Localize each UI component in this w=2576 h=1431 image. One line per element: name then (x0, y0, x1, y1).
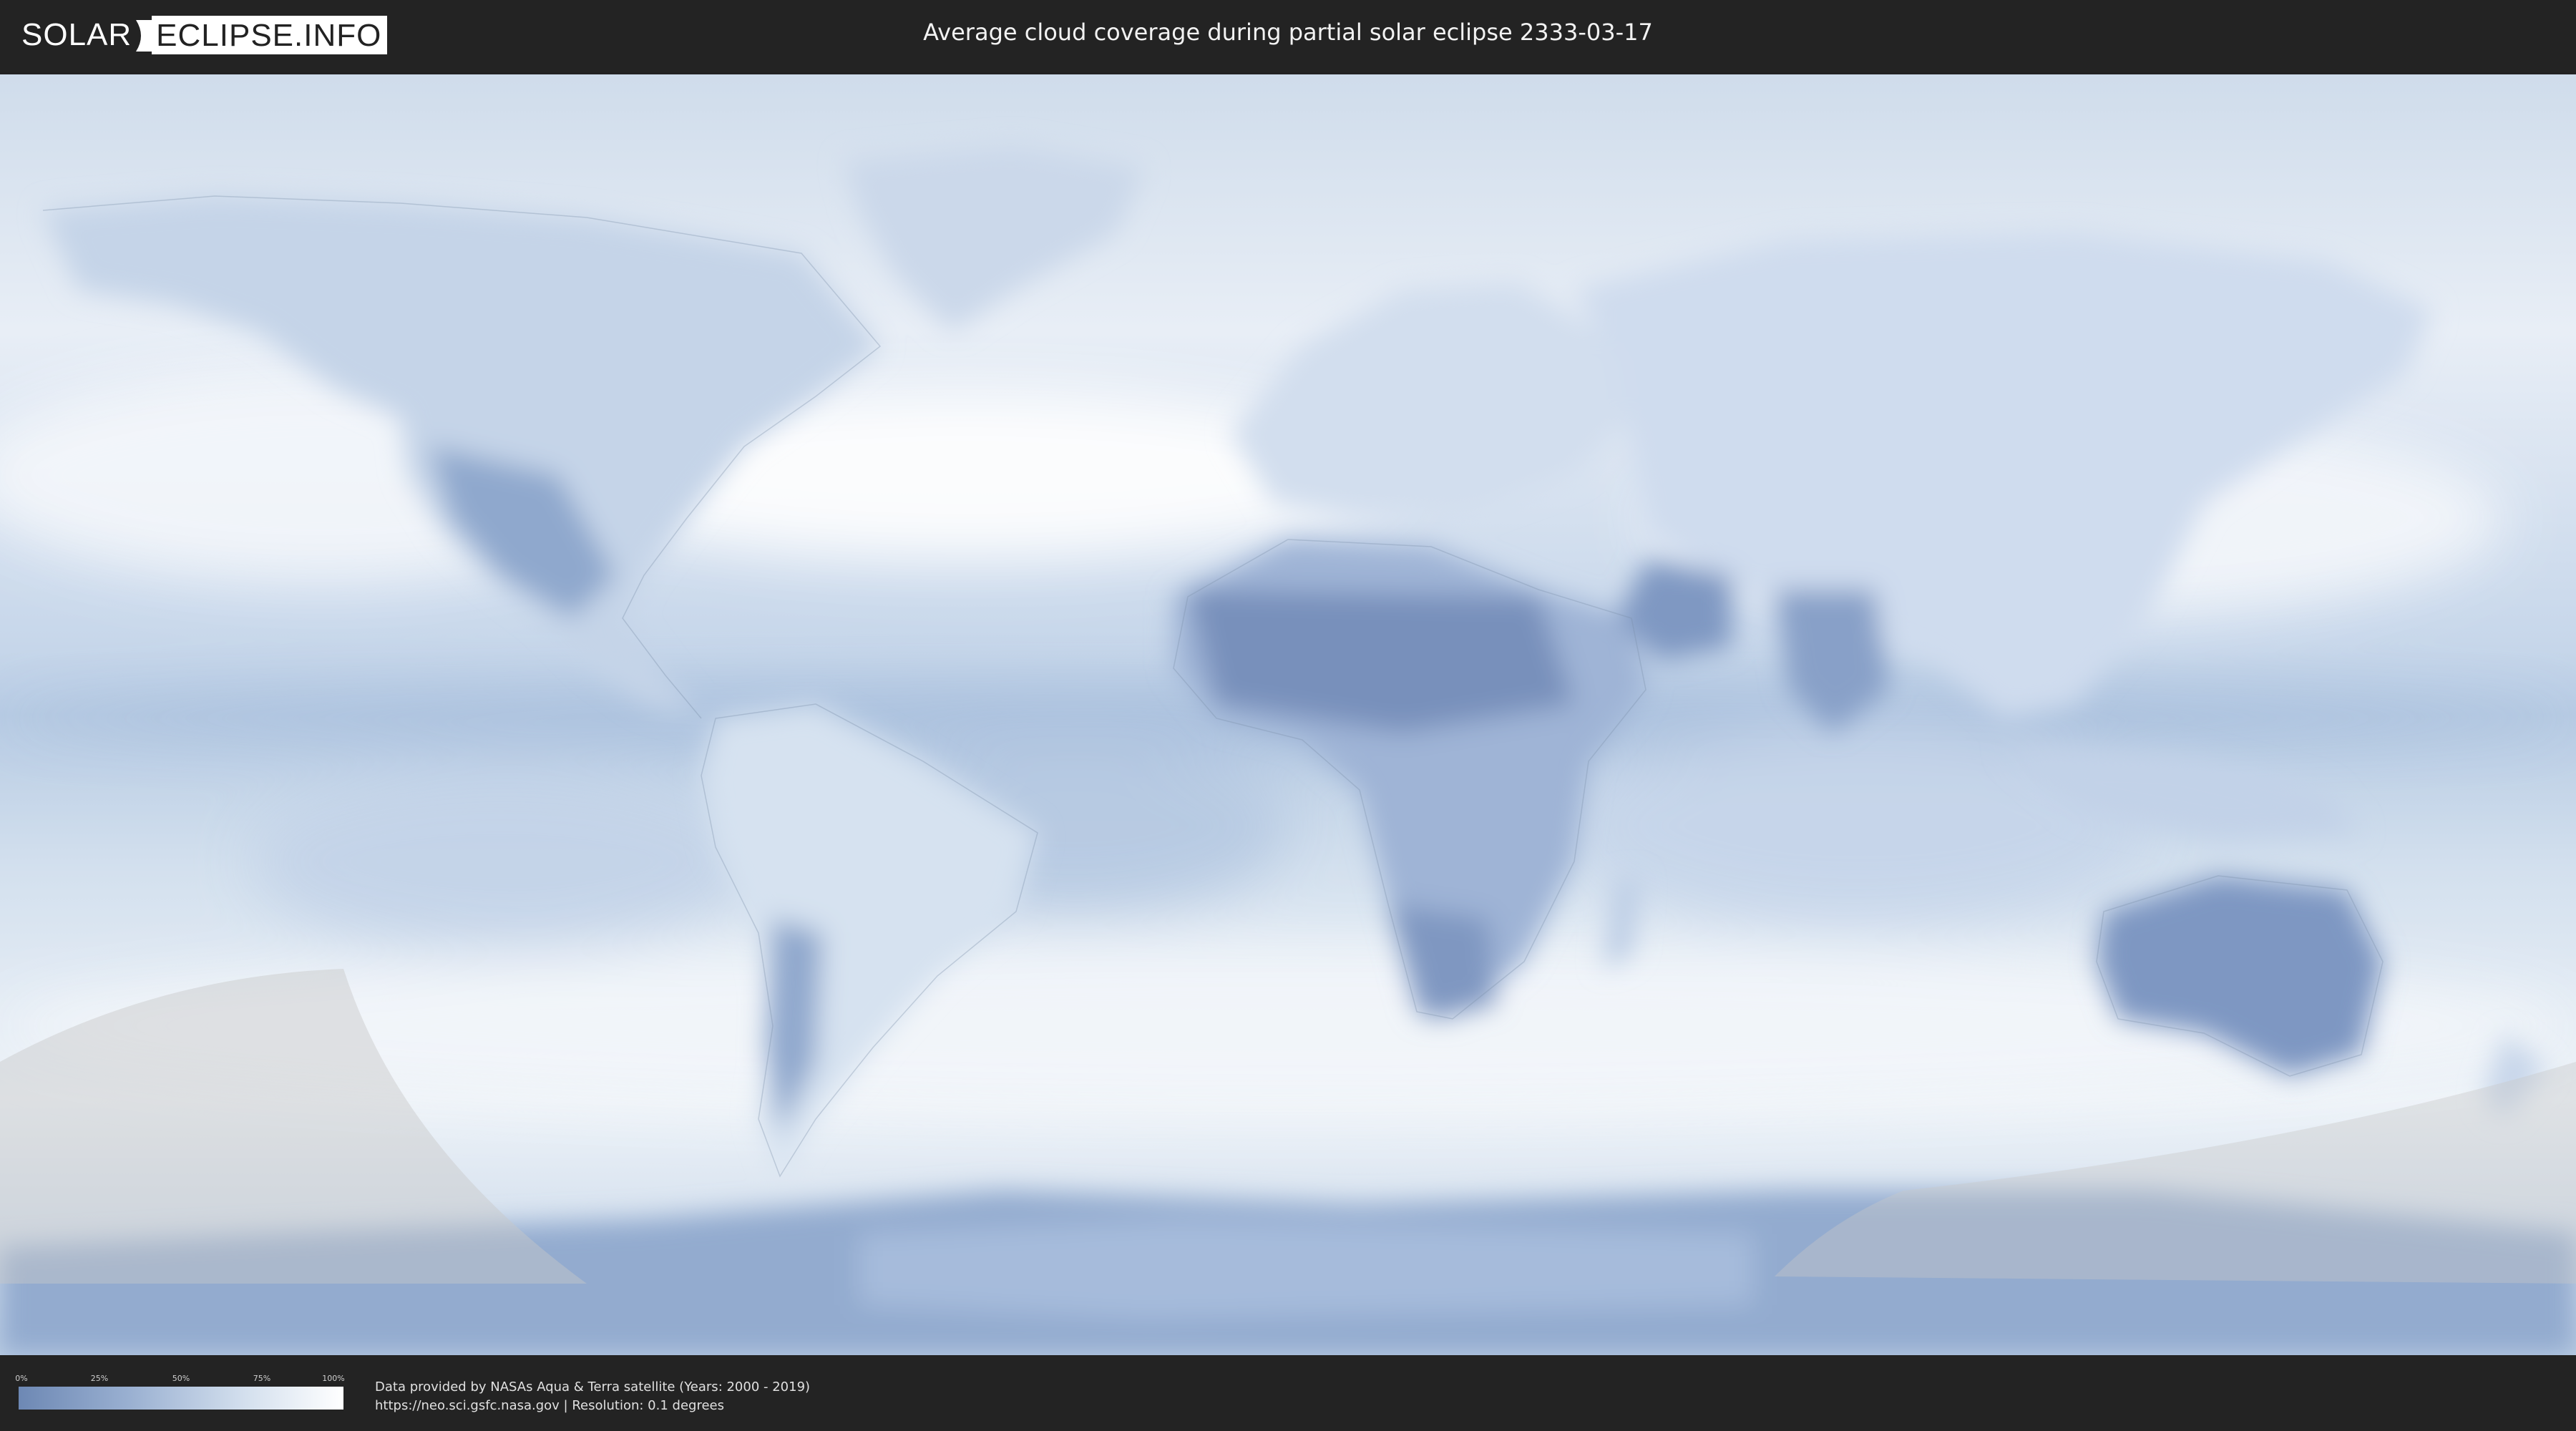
cloud-coverage-map[interactable] (0, 74, 2576, 1355)
world-map-svg (0, 74, 2576, 1355)
legend-ticks: 0% 25% 50% 75% 100% (15, 1374, 345, 1385)
region-antarctic-plateau (859, 1219, 1753, 1319)
page-title: Average cloud coverage during partial so… (923, 19, 1653, 46)
legend-tick-50: 50% (172, 1374, 190, 1383)
legend-tick-25: 25% (90, 1374, 109, 1383)
legend-tick-100: 100% (322, 1374, 345, 1383)
legend-tick-75: 75% (253, 1374, 271, 1383)
credit-source: Data provided by NASAs Aqua & Terra sate… (375, 1379, 811, 1395)
footer-bar: 0% 25% 50% 75% 100% Data provided by NAS… (0, 1357, 2576, 1431)
header-bar: SOLAR ECLIPSE.INFO Average cloud coverag… (0, 0, 2576, 72)
legend-tick-0: 0% (15, 1374, 28, 1383)
legend-color-scale (19, 1387, 343, 1410)
cloud-coverage-legend: 0% 25% 50% 75% 100% (15, 1374, 345, 1412)
credit-url[interactable]: https://neo.sci.gsfc.nasa.gov | Resoluti… (375, 1397, 810, 1415)
data-credit: Data provided by NASAs Aqua & Terra sate… (375, 1378, 810, 1415)
